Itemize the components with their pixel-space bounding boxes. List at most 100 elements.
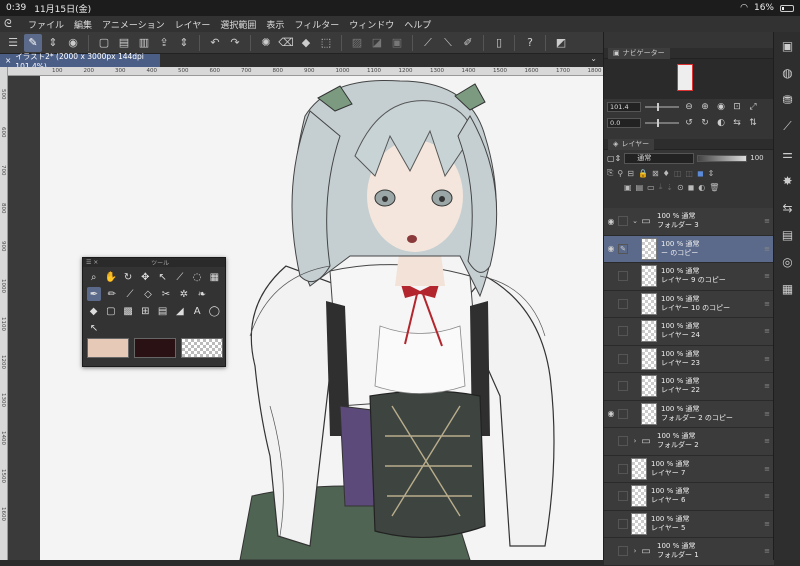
transparent-color-swatch[interactable] — [181, 338, 223, 358]
mask-disabled-icon[interactable]: ◫ — [674, 169, 682, 178]
rotate-tool-icon[interactable]: ↻ — [122, 270, 135, 284]
flip-v-icon[interactable]: ⇅ — [747, 118, 759, 128]
brush-tool-icon[interactable]: ⟋ — [123, 287, 137, 301]
layer-edit-checkbox[interactable] — [618, 381, 628, 392]
hand-tool-icon[interactable]: ✋ — [104, 270, 117, 284]
color-icon[interactable]: ◍ — [774, 59, 800, 86]
document-tab[interactable]: × イラスト2* (2000 x 3000px 144dpi 101.4%) — [0, 52, 160, 71]
blend-mode-select[interactable]: 通常 — [624, 152, 695, 164]
decoration-tool-icon[interactable]: ✲ — [177, 287, 191, 301]
brush-panel-icon[interactable]: ⟋ — [774, 113, 800, 140]
layer-tab[interactable]: ◈ レイヤー — [608, 138, 655, 150]
visibility-eye-icon[interactable]: ◉ — [604, 217, 618, 226]
lock-icon[interactable]: 🔒 — [638, 169, 648, 178]
undo-icon[interactable]: ↶ — [206, 34, 224, 52]
drag-handle-icon[interactable]: ≡ — [764, 547, 770, 555]
opacity-value[interactable]: 100 — [750, 154, 763, 162]
eraser-tool-icon[interactable]: ◇ — [141, 287, 155, 301]
ruler-tool-icon[interactable]: ◢ — [173, 304, 186, 318]
menu-layer[interactable]: レイヤー — [175, 18, 211, 31]
reference-icon[interactable]: ⚲ — [617, 169, 623, 178]
layer-edit-checkbox[interactable] — [618, 298, 628, 309]
layer-edit-checkbox[interactable] — [618, 408, 628, 419]
zoom-input[interactable]: 101.4 — [607, 102, 641, 112]
drag-handle-icon[interactable]: ≡ — [764, 410, 770, 418]
fit-icon[interactable]: ⊡ — [731, 102, 743, 112]
transform-icon[interactable]: ⬚ — [317, 34, 335, 52]
layer-edit-checkbox[interactable] — [618, 491, 628, 502]
layer-edit-checkbox[interactable] — [618, 436, 628, 447]
app-logo-icon[interactable]: ᘓ — [4, 17, 18, 31]
sub-color-swatch[interactable] — [134, 338, 176, 358]
layer-row[interactable]: 100 % 通常 レイヤー 7 ≡ — [604, 455, 774, 483]
clip-icon[interactable]: ⎘ — [607, 168, 613, 178]
rotate-right-icon[interactable]: ↻ — [699, 118, 711, 128]
item-bank-icon[interactable]: ▦ — [774, 275, 800, 302]
layer-row[interactable]: 100 % 通常 レイヤー 9 のコピー ≡ — [604, 263, 774, 291]
layer-edit-checkbox[interactable] — [618, 326, 628, 337]
layer-edit-checkbox[interactable] — [618, 463, 628, 474]
material-icon[interactable]: ⛃ — [774, 86, 800, 113]
navigator-preview[interactable] — [604, 59, 773, 99]
menu-filter[interactable]: フィルター — [294, 18, 339, 31]
fill-layer-icon[interactable]: ◐ — [698, 183, 705, 192]
layer-edit-checkbox[interactable] — [618, 353, 628, 364]
edit-icon[interactable]: ◩ — [552, 34, 570, 52]
select-tool-icon[interactable]: ↖ — [156, 270, 169, 284]
pen-pressure-icon[interactable]: ✐ — [459, 34, 477, 52]
smartphone-icon[interactable]: ▯ — [490, 34, 508, 52]
layer-row[interactable]: ◉ ⌄ ▭ 100 % 通常 フォルダー 3 ≡ — [604, 208, 774, 236]
open-file-icon[interactable]: ▤ — [115, 34, 133, 52]
reset-rotation-icon[interactable]: ◐ — [715, 118, 727, 128]
layer-row[interactable]: 100 % 通常 レイヤー 10 のコピー ≡ — [604, 290, 774, 318]
drag-handle-icon[interactable]: ≡ — [764, 327, 770, 335]
simple-tool-icon[interactable]: ✎ — [24, 33, 42, 52]
zoom-in-icon[interactable]: ⊕ — [699, 102, 711, 112]
chevron-down-icon[interactable]: ⌄ — [590, 54, 597, 63]
layer-edit-checkbox[interactable]: ✎ — [618, 243, 628, 254]
chevron-down-icon[interactable]: ⌄ — [631, 217, 639, 225]
drag-handle-icon[interactable]: ≡ — [764, 437, 770, 445]
invert-selection-icon[interactable]: ◪ — [368, 34, 386, 52]
layer-edit-checkbox[interactable] — [618, 546, 628, 557]
layer-edit-checkbox[interactable] — [618, 271, 628, 282]
drag-handle-icon[interactable]: ≡ — [764, 272, 770, 280]
layer-row[interactable]: ◉ 100 % 通常 フォルダー 2 のコピー ≡ — [604, 400, 774, 428]
color-mode-icon[interactable]: ▢⇕ — [607, 154, 621, 163]
move-tool-icon[interactable]: ✥ — [139, 270, 152, 284]
pencil-tool-icon[interactable]: ✏ — [105, 287, 119, 301]
hamburger-menu-icon[interactable]: ☰ — [4, 34, 22, 52]
select-mask-icon[interactable]: ▣ — [388, 34, 406, 52]
new-folder-icon[interactable]: ▭ — [647, 183, 655, 192]
chevron-right-icon[interactable]: › — [631, 547, 639, 555]
angle-input[interactable]: 0.0 — [607, 118, 641, 128]
layer-row[interactable]: 100 % 通常 レイヤー 6 ≡ — [604, 483, 774, 511]
menu-file[interactable]: ファイル — [28, 18, 64, 31]
drag-handle-icon[interactable]: ≡ — [764, 245, 770, 253]
combine-down-icon[interactable]: ⇣ — [666, 183, 673, 192]
drag-handle-icon[interactable]: ≡ — [764, 492, 770, 500]
drag-handle-icon[interactable]: ≡ — [764, 355, 770, 363]
trash-icon[interactable]: 🗑 — [709, 183, 719, 192]
tab-close-icon[interactable]: × — [5, 56, 11, 65]
zoom-slider[interactable] — [645, 103, 679, 111]
transfer-down-icon[interactable]: ⤓ — [659, 182, 663, 192]
correct-line-tool-icon[interactable]: ↖ — [87, 321, 101, 335]
new-vector-layer-icon[interactable]: ▤ — [636, 183, 644, 192]
lock-transparency-icon[interactable]: ⊠ — [652, 169, 659, 178]
palette-menu-icon[interactable]: ☰ × — [86, 259, 98, 266]
layer-edit-checkbox[interactable] — [618, 216, 628, 227]
history-icon[interactable]: ▤ — [774, 221, 800, 248]
sub-tool-icon[interactable]: ▣ — [774, 32, 800, 59]
layer-row[interactable]: 100 % 通常 レイヤー 23 ≡ — [604, 345, 774, 373]
loading-icon[interactable]: ✺ — [257, 34, 275, 52]
tool-palette-header[interactable]: ☰ × ツール — [83, 258, 225, 267]
ruler-disabled-icon[interactable]: ◫ — [685, 169, 693, 178]
chevron-right-icon[interactable]: › — [631, 437, 639, 445]
paint-bucket-icon[interactable]: ◆ — [87, 304, 100, 318]
layer-row[interactable]: 100 % 通常 レイヤー 5 ≡ — [604, 510, 774, 538]
layer-row[interactable]: ◉ ✎ 100 % 通常ー のコピー ≡ — [604, 235, 774, 263]
save-icon[interactable]: ▥ — [135, 34, 153, 52]
pen-tool-icon[interactable]: ✒ — [87, 287, 101, 301]
draft-icon[interactable]: ⊟ — [627, 169, 634, 178]
